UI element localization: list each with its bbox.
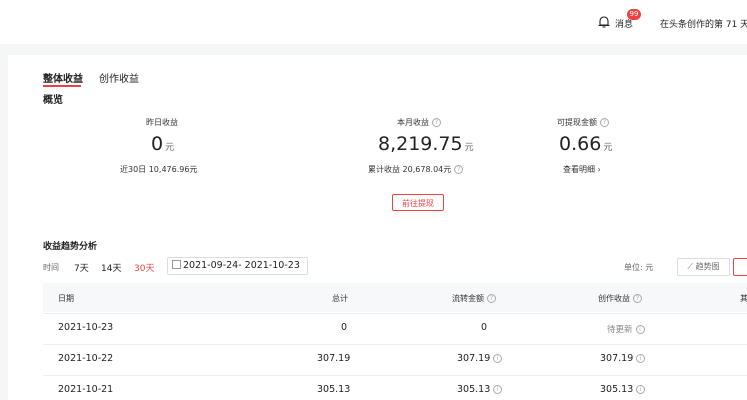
tab-creation-income[interactable]: 创作收益 [99,70,139,85]
info-icon[interactable]: i [636,385,646,394]
table-cell-creation: 待更新 i [607,323,645,335]
info-icon[interactable]: i [635,325,645,334]
overview-title: 概览 [43,95,63,106]
row-divider [43,344,747,345]
time-label: 时间 [43,263,59,272]
notification-label[interactable]: 消息 [615,17,633,30]
info-icon[interactable]: i [636,354,646,363]
col-creation: 创作收益? [598,293,642,304]
table-cell-total: 305.13 [317,384,351,395]
col-date: 日期 [58,294,74,303]
bell-icon[interactable] [597,15,611,29]
month-label: 本月收益? [397,117,441,128]
range-30-days[interactable]: 30天 [134,261,154,274]
table-cell-creation: 307.19 i [600,353,646,364]
table-cell-total: 307.19 [317,353,351,364]
withdraw-button[interactable]: 前往提现 [392,194,444,211]
table-cell-creation: 305.13 i [600,384,646,395]
trend-title: 收益趋势分析 [43,242,98,252]
table-cell-date: 2021-10-23 [58,322,114,333]
last-30-days: 近30日 10,476.96元 [120,165,198,174]
range-7-days[interactable]: 7天 [74,261,89,274]
active-tab-indicator [43,85,81,87]
table-cell-date: 2021-10-22 [58,353,114,364]
tab-overall-income[interactable]: 整体收益 [43,70,83,85]
table-cell-transfer: 0 [481,322,488,333]
calendar-icon [172,260,181,269]
row-divider [43,375,747,376]
help-icon[interactable]: ? [454,165,464,174]
main-panel [8,55,747,400]
row-divider [43,313,747,314]
table-view-button[interactable] [733,258,747,276]
table-cell-date: 2021-10-21 [58,384,114,395]
info-icon[interactable]: i [493,385,503,394]
line-chart-icon: ⟋ [687,262,696,271]
date-range-picker[interactable]: 2021-09-24- 2021-10-23 [167,257,308,275]
yesterday-value: 0元 [151,133,175,155]
table-cell-transfer: 307.19 i [457,353,503,364]
col-total: 总计 [332,294,348,303]
range-14-days[interactable]: 14天 [101,261,121,274]
view-details-link[interactable]: 查看明细 › [563,164,601,175]
col-transfer: 流转金额? [452,293,496,304]
creation-days: 在头条创作的第 71 天 [660,20,747,30]
top-bar: 99 消息 在头条创作的第 71 天 [0,0,747,44]
trend-chart-button[interactable]: ⟋ 趋势图 [677,258,730,276]
total-income: 累计收益 20,678.04元? [368,164,464,175]
table-cell-transfer: 305.13 i [457,384,503,395]
unit-label: 单位: 元 [624,263,654,272]
table-cell-total: 0 [341,322,348,333]
yesterday-label: 昨日收益 [146,118,178,127]
month-value: 8,219.75 元 [378,133,474,155]
help-icon[interactable]: ? [633,294,642,303]
withdrawable-value: 0.66 元 [559,133,613,155]
col-other: 其 [740,294,747,303]
withdrawable-label: 可提现金额? [557,117,609,128]
help-icon[interactable]: ? [487,294,496,303]
help-icon[interactable]: ? [600,118,609,127]
help-icon[interactable]: ? [432,118,441,127]
info-icon[interactable]: i [493,354,503,363]
